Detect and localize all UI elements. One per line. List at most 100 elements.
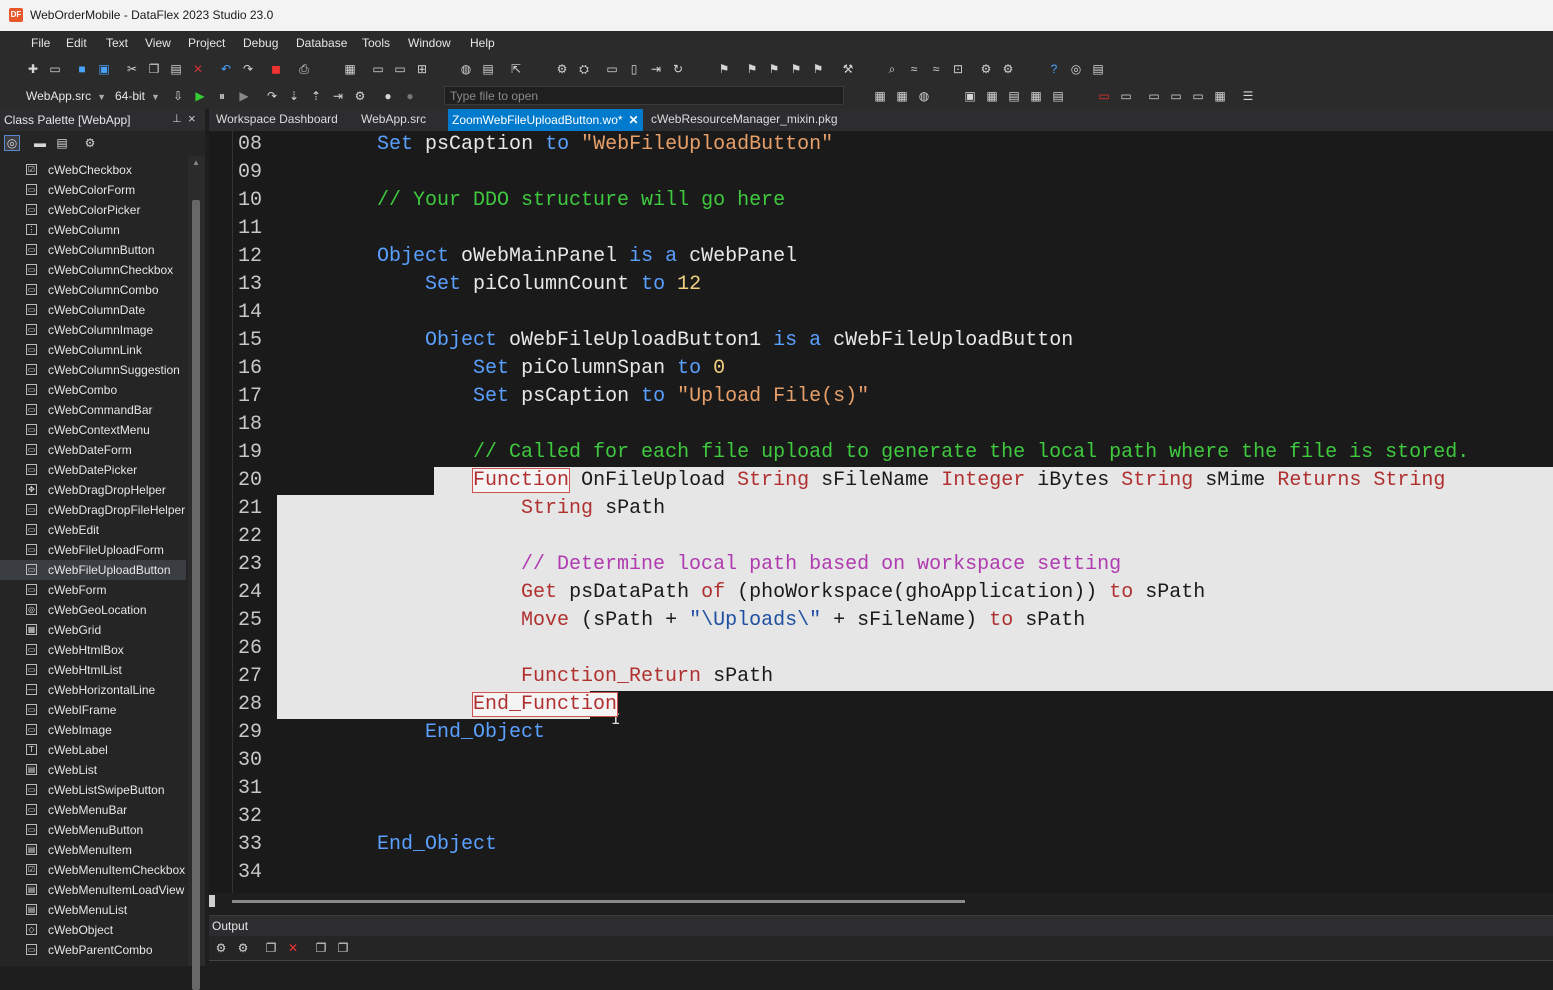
code-line[interactable]: 08 Set psCaption to "WebFileUploadButton…	[209, 131, 1553, 159]
code-line[interactable]: 13 Set piColumnCount to 12	[209, 271, 1553, 299]
menu-window[interactable]: Window	[408, 36, 451, 50]
palette-item[interactable]: ▭ cWebColumnLink	[0, 340, 186, 360]
palette-item[interactable]: ▭ cWebColumnSuggestion	[0, 360, 186, 380]
report-icon[interactable]: ▤	[481, 62, 495, 76]
undo-icon[interactable]: ↶	[219, 62, 233, 76]
palette-item[interactable]: ▭ cWebColumnButton	[0, 240, 186, 260]
code-line[interactable]: 33 End_Object	[209, 831, 1553, 859]
menu-view[interactable]: View	[145, 36, 171, 50]
code-line[interactable]: 27 Function_Return sPath	[209, 663, 1553, 691]
breakpoints-icon[interactable]: ⚙	[353, 89, 367, 103]
palette-item[interactable]: ▤ cWebList	[0, 760, 186, 780]
bookmark-prev-icon[interactable]: ⚑	[767, 62, 781, 76]
tool-icon[interactable]: ⚒	[841, 62, 855, 76]
code-line[interactable]: 16 Set piColumnSpan to 0	[209, 355, 1553, 383]
scrollbar-thumb[interactable]	[192, 200, 200, 990]
continue-icon[interactable]: ▶	[237, 89, 251, 103]
output-copy-icon[interactable]: ❐	[264, 941, 278, 955]
output-prev-icon[interactable]: ⚙	[214, 941, 228, 955]
compile-icon[interactable]: ⛭	[577, 62, 591, 76]
code-line[interactable]: 15 Object oWebFileUploadButton1 is a cWe…	[209, 327, 1553, 355]
palette-item[interactable]: ▭ cWebColorForm	[0, 180, 186, 200]
menu-text[interactable]: Text	[106, 36, 128, 50]
palette-item[interactable]: ▭ cWebFileUploadButton	[0, 560, 186, 580]
find-prev-icon[interactable]: ≈	[929, 62, 943, 76]
code-line[interactable]: 12 Object oWebMainPanel is a cWebPanel	[209, 243, 1553, 271]
pin-icon[interactable]: ⊥	[172, 112, 182, 125]
palette-item[interactable]: ▭ cWebForm	[0, 580, 186, 600]
code-line[interactable]: 30	[209, 747, 1553, 775]
close-icon[interactable]: ×	[188, 111, 196, 126]
palette-item[interactable]: ▭ cWebFileUploadForm	[0, 540, 186, 560]
palette-item[interactable]: ▭ cWebImage	[0, 720, 186, 740]
sql-icon[interactable]: ▤	[1051, 89, 1065, 103]
palette-item[interactable]: ▭ cWebMenuBar	[0, 800, 186, 820]
menu-file[interactable]: File	[31, 36, 50, 50]
palette-item[interactable]: ▭ cWebCombo	[0, 380, 186, 400]
code-editor[interactable]: I 08 Set psCaption to "WebFileUploadButt…	[209, 131, 1553, 893]
code-line[interactable]: 18	[209, 411, 1553, 439]
build-icon[interactable]: ⚙	[555, 62, 569, 76]
plugin-icon[interactable]: ⚙	[1001, 62, 1015, 76]
pause-icon[interactable]: ⏸	[215, 89, 229, 103]
run-icon[interactable]: ▶	[193, 89, 207, 103]
palette-item[interactable]: ▭ cWebHtmlBox	[0, 640, 186, 660]
redo-icon[interactable]: ↷	[241, 62, 255, 76]
file-open-input[interactable]: Type file to open	[444, 86, 844, 105]
menu-edit[interactable]: Edit	[66, 36, 87, 50]
delete-icon[interactable]: ✕	[191, 62, 205, 76]
cut-icon[interactable]: ✂	[125, 62, 139, 76]
palette-item[interactable]: ▭ cWebColumnCheckbox	[0, 260, 186, 280]
form-icon[interactable]: ▭	[371, 62, 385, 76]
palette-item[interactable]: ▭ cWebColorPicker	[0, 200, 186, 220]
palette-item[interactable]: ▭ cWebColumnImage	[0, 320, 186, 340]
code-line[interactable]: 31	[209, 775, 1553, 803]
palette-item[interactable]: ▭ cWebDateForm	[0, 440, 186, 460]
palette-item[interactable]: ▭ cWebColumnCombo	[0, 280, 186, 300]
categorize-icon[interactable]: ◎	[4, 135, 20, 151]
bookmark-icon[interactable]: ⚑	[717, 62, 731, 76]
menu-database[interactable]: Database	[296, 36, 347, 50]
new-file-icon[interactable]: ✚	[26, 62, 40, 76]
menu-tools[interactable]: Tools	[362, 36, 390, 50]
class-tree-icon[interactable]: ⚙	[83, 136, 97, 150]
page-icon[interactable]: ▯	[627, 62, 641, 76]
palette-item[interactable]: ▭ cWebMenuButton	[0, 820, 186, 840]
palette-item[interactable]: ⋮ cWebColumn	[0, 220, 186, 240]
palette-item[interactable]: TcWebLabel	[0, 740, 186, 760]
globe-icon[interactable]: ◍	[459, 62, 473, 76]
output-copy-all-icon[interactable]: ❐	[314, 941, 328, 955]
code-line[interactable]: 25 Move (sPath + "\Uploads\" + sFileName…	[209, 607, 1553, 635]
watch-icon[interactable]: ●	[381, 89, 395, 103]
close-tab-icon[interactable]: ✕	[629, 113, 639, 127]
layout-b-icon[interactable]: ▭	[1169, 89, 1183, 103]
palette-item[interactable]: ◇ cWebObject	[0, 920, 186, 940]
list-view-icon[interactable]: ☰	[1241, 89, 1255, 103]
palette-item[interactable]: ▤ cWebMenuItem	[0, 840, 186, 860]
layout-c-icon[interactable]: ▭	[1191, 89, 1205, 103]
code-line[interactable]: 22	[209, 523, 1553, 551]
palette-item[interactable]: ▭ cWebIFrame	[0, 700, 186, 720]
layout-a-icon[interactable]: ▭	[1147, 89, 1161, 103]
network-icon[interactable]: ◍	[917, 89, 931, 103]
scroll-left-edge[interactable]	[209, 895, 215, 907]
find-icon[interactable]: ⌕	[885, 62, 899, 76]
panel-icon[interactable]: ▭	[1119, 89, 1133, 103]
output-next-icon[interactable]: ⚙	[236, 941, 250, 955]
stop-record-icon[interactable]: ◼	[269, 62, 283, 76]
db-view-icon[interactable]: ▤	[1007, 89, 1021, 103]
save-icon[interactable]: ■	[75, 62, 89, 76]
palette-item[interactable]: ▭ cWebColumnDate	[0, 300, 186, 320]
view-icon[interactable]: ▦	[343, 62, 357, 76]
db-fields-icon[interactable]: ▦	[1029, 89, 1043, 103]
goto-icon[interactable]: ⇥	[649, 62, 663, 76]
code-line[interactable]: 10 // Your DDO structure will go here	[209, 187, 1553, 215]
tab-webapp-src[interactable]: WebApp.src	[361, 112, 426, 126]
web-help-icon[interactable]: ◎	[1069, 62, 1083, 76]
layout-icon[interactable]: ▭	[605, 62, 619, 76]
palette-item[interactable]: ▭ cWebListSwipeButton	[0, 780, 186, 800]
output-clear-icon[interactable]: ✕	[286, 941, 300, 955]
replace-icon[interactable]: ⊡	[951, 62, 965, 76]
paste-icon[interactable]: ▤	[169, 62, 183, 76]
code-line[interactable]: 26	[209, 635, 1553, 663]
